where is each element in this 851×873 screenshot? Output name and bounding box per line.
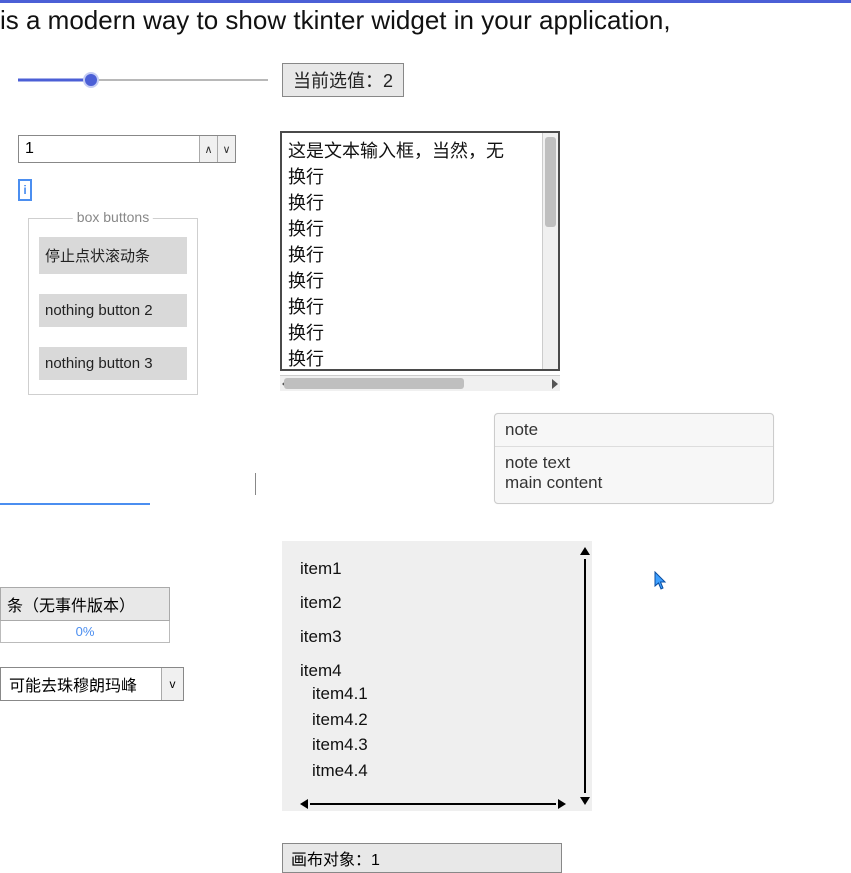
spinbox-down-button[interactable]: ∨ <box>217 136 235 162</box>
spinbox-input[interactable] <box>19 136 199 162</box>
tree-item-label: item4 <box>300 661 580 681</box>
nothing-button-3[interactable]: nothing button 3 <box>39 347 187 380</box>
combobox-dropdown-button[interactable]: v <box>161 668 183 700</box>
textarea-hscroll-thumb[interactable] <box>284 378 464 389</box>
slider-label-prefix: 当前选值： <box>293 71 383 91</box>
divider-line <box>0 503 150 505</box>
tree-child[interactable]: item4.3 <box>312 732 580 758</box>
box-buttons-frame: box buttons 停止点状滚动条 nothing button 2 not… <box>28 218 198 395</box>
page-title: is a modern way to show tkinter widget i… <box>0 3 851 40</box>
slider-value-label: 当前选值：2 <box>282 63 404 97</box>
textarea-container: 这是文本输入框，当然，无 换行 换行 换行 换行 换行 换行 换行 换行 <box>280 131 560 391</box>
tree-vscroll-up-arrow-icon[interactable] <box>580 547 590 555</box>
vertical-separator <box>255 473 256 495</box>
tree-hscroll-track <box>310 803 556 805</box>
chevron-down-icon: v <box>170 677 176 691</box>
combobox-value: 可能去珠穆朗玛峰 <box>1 668 161 700</box>
textarea-horizontal-scrollbar[interactable] <box>280 375 560 391</box>
textarea-vertical-scrollbar[interactable] <box>542 133 558 369</box>
tree-vscroll-down-arrow-icon[interactable] <box>580 797 590 805</box>
mouse-cursor-icon <box>654 571 668 591</box>
progress-label: 条（无事件版本） <box>0 587 170 621</box>
box-buttons-title: box buttons <box>73 209 153 225</box>
progress-section: 条（无事件版本） 0% <box>0 587 170 643</box>
tree-child[interactable]: itme4.4 <box>312 758 580 784</box>
canvas-object-label: 画布对象：1 <box>282 843 562 873</box>
hscroll-right-arrow-icon[interactable] <box>552 379 558 389</box>
progress-bar: 0% <box>0 621 170 643</box>
tree-horizontal-scrollbar[interactable] <box>300 799 566 809</box>
value-slider[interactable] <box>18 70 268 90</box>
note-panel: note note text main content <box>494 413 774 504</box>
slider-label-value: 2 <box>383 71 393 91</box>
slider-thumb[interactable] <box>83 72 99 88</box>
tree-child[interactable]: item4.1 <box>312 681 580 707</box>
tree-hscroll-right-arrow-icon[interactable] <box>558 799 566 809</box>
number-spinbox[interactable]: ∧ ∨ <box>18 135 236 163</box>
slider-filled <box>18 79 91 82</box>
textarea-vscroll-thumb[interactable] <box>545 137 556 227</box>
textarea[interactable]: 这是文本输入框，当然，无 换行 换行 换行 换行 换行 换行 换行 换行 <box>282 133 542 369</box>
tree-child[interactable]: item4.2 <box>312 707 580 733</box>
info-icon: i <box>18 179 32 201</box>
tree-item[interactable]: item1 <box>300 559 580 579</box>
tree-vscroll-track <box>584 559 586 793</box>
destination-combobox[interactable]: 可能去珠穆朗玛峰 v <box>0 667 184 701</box>
tree-item-expanded[interactable]: item4 item4.1 item4.2 item4.3 itme4.4 <box>300 661 580 783</box>
tree-view[interactable]: item1 item2 item3 item4 item4.1 item4.2 … <box>282 541 592 811</box>
tree-item[interactable]: item2 <box>300 593 580 613</box>
spinbox-up-button[interactable]: ∧ <box>199 136 217 162</box>
note-title: note <box>495 414 773 447</box>
tree-vertical-scrollbar[interactable] <box>580 541 590 811</box>
stop-dot-scroll-button[interactable]: 停止点状滚动条 <box>39 237 187 274</box>
nothing-button-2[interactable]: nothing button 2 <box>39 294 187 327</box>
note-body: note text main content <box>495 447 773 503</box>
tree-hscroll-left-arrow-icon[interactable] <box>300 799 308 809</box>
tree-item[interactable]: item3 <box>300 627 580 647</box>
